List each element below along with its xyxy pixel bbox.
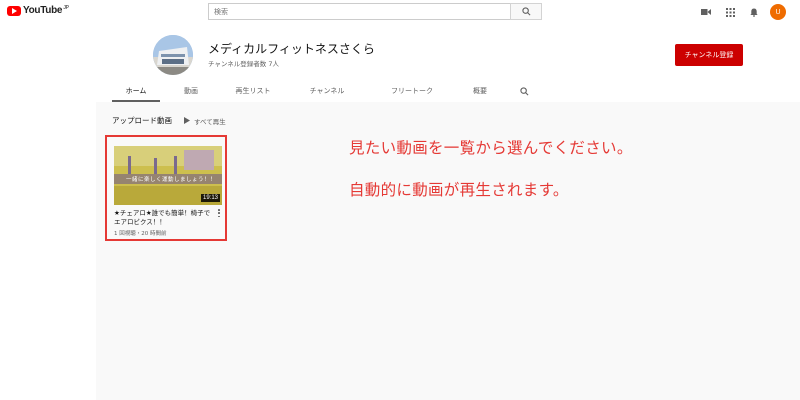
play-icon	[184, 117, 190, 124]
left-pane	[0, 24, 96, 400]
uploads-section-header: アップロード動画 すべて再生	[112, 115, 226, 126]
top-icons: U	[694, 4, 786, 20]
video-card[interactable]: 一緒に楽しく運動しましょう！！ 19:13 ★チェアロ★誰でも簡単！椅子でエアロ…	[105, 135, 227, 241]
video-thumbnail[interactable]: 一緒に楽しく運動しましょう！！ 19:13	[114, 146, 222, 205]
user-avatar[interactable]: U	[770, 4, 786, 20]
channel-tabs: ホーム 動画 再生リスト チャンネル フリートーク 概要	[112, 80, 542, 102]
search-button[interactable]	[510, 3, 542, 20]
section-title[interactable]: アップロード動画	[112, 115, 172, 126]
tab-playlists[interactable]: 再生リスト	[222, 80, 284, 102]
play-all-label: すべて再生	[194, 117, 226, 126]
tab-discussion[interactable]: フリートーク	[370, 80, 454, 102]
thumbnail-caption: 一緒に楽しく運動しましょう！！	[114, 174, 222, 184]
channel-avatar[interactable]	[153, 35, 193, 75]
video-camera-icon	[701, 9, 711, 15]
search-bar	[208, 3, 542, 20]
tab-search[interactable]	[506, 80, 542, 102]
channel-header: メディカルフィットネスさくら チャンネル登録者数 7人 チャンネル登録 ホーム …	[96, 24, 800, 102]
notifications-button[interactable]	[742, 4, 766, 20]
more-options-icon[interactable]	[216, 208, 222, 218]
video-meta: 1 回視聴・20 時間前	[114, 231, 167, 237]
tab-about[interactable]: 概要	[454, 80, 506, 102]
apps-grid-icon	[725, 7, 735, 17]
annotation-line-1: 見たい動画を一覧から選んでください。	[349, 139, 633, 157]
search-icon	[519, 86, 528, 95]
channel-name: メディカルフィットネスさくら	[208, 42, 375, 56]
tab-videos[interactable]: 動画	[160, 80, 222, 102]
search-input[interactable]	[208, 3, 510, 20]
tab-home[interactable]: ホーム	[112, 80, 160, 102]
subscribe-button[interactable]: チャンネル登録	[675, 44, 743, 66]
youtube-logo[interactable]: YouTubeJP	[7, 5, 69, 16]
top-bar: YouTubeJP 検索 U	[0, 0, 800, 24]
tab-channels[interactable]: チャンネル	[284, 80, 370, 102]
search-icon	[521, 7, 530, 16]
annotation-line-2: 自動的に動画が再生されます。	[349, 181, 569, 199]
logo-text: YouTubeJP	[23, 5, 69, 16]
subscriber-count: チャンネル登録者数 7人	[208, 60, 280, 68]
video-title[interactable]: ★チェアロ★誰でも簡単！椅子でエアロビクス！！	[114, 209, 214, 227]
apps-button[interactable]	[718, 4, 742, 20]
channel-avatar-image	[153, 35, 193, 75]
create-video-button[interactable]	[694, 4, 718, 20]
bell-icon	[750, 8, 758, 17]
play-all-button[interactable]: すべて再生	[184, 116, 226, 126]
logo-region: JP	[63, 5, 69, 11]
video-duration: 19:13	[200, 194, 220, 202]
youtube-play-icon	[7, 5, 21, 16]
